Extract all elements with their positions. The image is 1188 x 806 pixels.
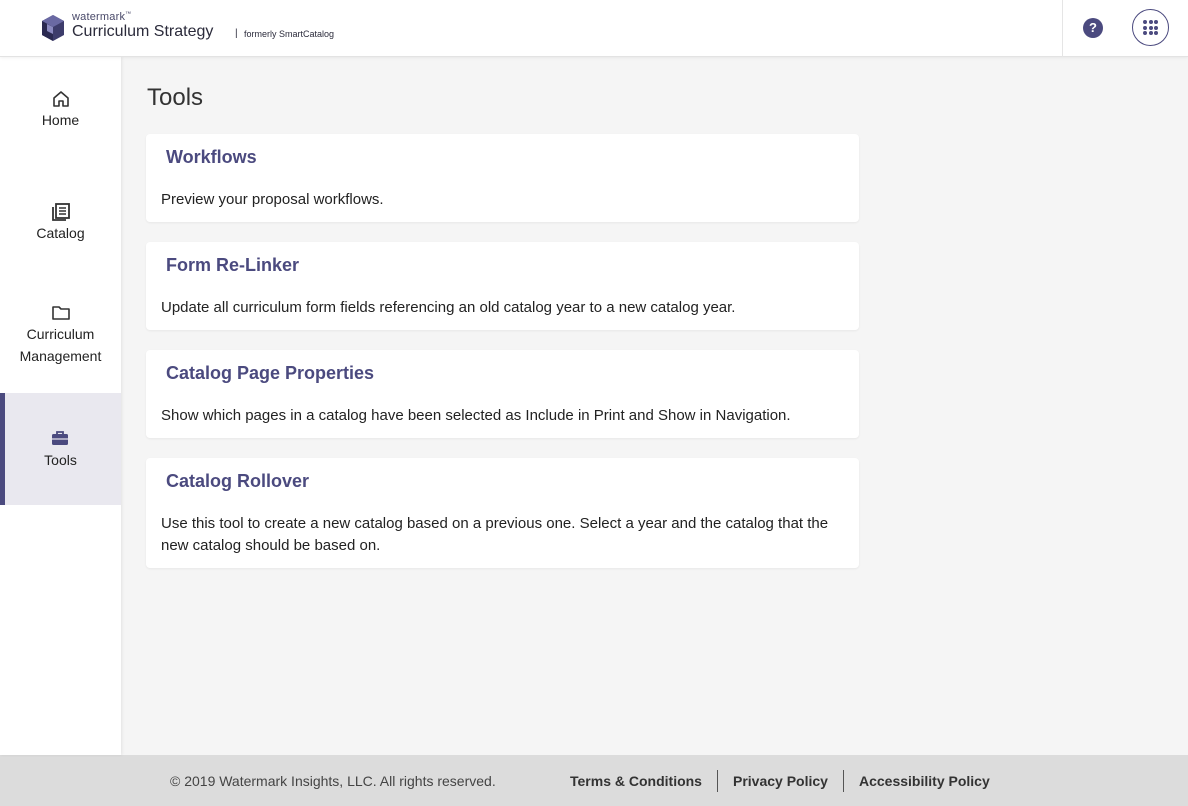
toolbox-icon — [52, 431, 68, 445]
card-description: Preview your proposal workflows. — [161, 191, 384, 208]
folder-icon — [51, 306, 70, 320]
sidebar-item-tools[interactable]: Tools — [0, 393, 121, 505]
card-description: Update all curriculum form fields refere… — [161, 299, 736, 316]
accessibility-link[interactable]: Accessibility Policy — [859, 773, 990, 789]
tool-card-form-relinker[interactable]: Form Re-Linker Update all curriculum for… — [146, 242, 859, 330]
card-title[interactable]: Catalog Page Properties — [166, 363, 374, 384]
grid-icon — [1143, 20, 1158, 35]
footer-divider — [717, 770, 718, 792]
formerly-label: formerly SmartCatalog — [244, 29, 335, 39]
home-icon — [52, 91, 69, 107]
sidebar-item-label: Curriculum — [26, 326, 95, 342]
product-name: Curriculum Strategy — [72, 23, 214, 40]
catalog-icon — [51, 203, 70, 221]
tool-card-workflows[interactable]: Workflows Preview your proposal workflow… — [146, 134, 859, 222]
app-header: watermark™ Curriculum Strategy | formerl… — [0, 0, 1188, 57]
help-icon: ? — [1089, 20, 1097, 35]
sidebar-item-curriculum-management[interactable]: Curriculum Management — [0, 303, 121, 383]
card-description: Show which pages in a catalog have been … — [161, 407, 791, 424]
sidebar-item-label: Catalog — [36, 225, 85, 241]
card-description: Use this tool to create a new catalog ba… — [161, 515, 829, 554]
card-title[interactable]: Workflows — [166, 147, 257, 168]
sidebar-item-label-line2: Management — [19, 348, 102, 364]
sidebar: Home Catalog Curriculum Management Tools — [0, 57, 121, 755]
brand-name: watermark™ — [72, 11, 132, 23]
privacy-link[interactable]: Privacy Policy — [733, 773, 828, 789]
help-button[interactable]: ? — [1083, 18, 1103, 38]
tool-card-catalog-rollover[interactable]: Catalog Rollover Use this tool to create… — [146, 458, 859, 568]
sidebar-item-catalog[interactable]: Catalog — [0, 202, 121, 262]
sidebar-item-label: Home — [41, 112, 80, 128]
sidebar-item-label: Tools — [44, 452, 77, 468]
card-title[interactable]: Form Re-Linker — [166, 255, 299, 276]
copyright-text: © 2019 Watermark Insights, LLC. All righ… — [170, 773, 496, 789]
footer: © 2019 Watermark Insights, LLC. All righ… — [0, 755, 1188, 806]
tool-card-catalog-page-properties[interactable]: Catalog Page Properties Show which pages… — [146, 350, 859, 438]
terms-link[interactable]: Terms & Conditions — [570, 773, 702, 789]
logo-separator: | — [235, 28, 238, 39]
app-switcher-button[interactable] — [1132, 9, 1169, 46]
sidebar-item-home[interactable]: Home — [0, 89, 121, 149]
page-title: Tools — [147, 84, 204, 111]
footer-divider — [843, 770, 844, 792]
card-title[interactable]: Catalog Rollover — [166, 471, 309, 492]
header-divider — [1062, 0, 1063, 57]
watermark-logo-icon — [42, 15, 64, 41]
